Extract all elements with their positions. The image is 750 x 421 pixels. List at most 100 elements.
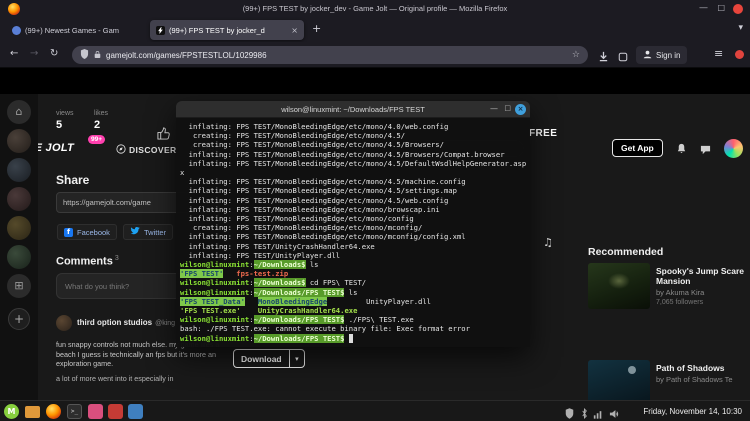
recommended-card[interactable]: Path of Shadows by Path of Shadows Te — [656, 363, 746, 384]
firefox-titlebar[interactable]: (99+) FPS TEST by jocker_dev - Game Jolt… — [0, 0, 750, 18]
tab-fps-test-active[interactable]: (99+) FPS TEST by jocker_d × — [150, 20, 304, 40]
app-launcher-icon[interactable] — [108, 404, 123, 419]
sidebar-game-avatar[interactable] — [7, 158, 31, 182]
tab-favicon — [12, 25, 21, 35]
twitter-label: Twitter — [144, 227, 167, 237]
terminal-launcher-icon[interactable]: >_ — [67, 404, 82, 419]
thumbnail-art — [628, 366, 636, 374]
terminal-maximize-button[interactable]: □ — [504, 104, 511, 112]
terminal-minimize-button[interactable]: — — [490, 104, 498, 113]
share-twitter-button[interactable]: Twitter — [123, 224, 174, 240]
likes-value: 2 — [94, 119, 101, 131]
mint-menu-button[interactable]: M — [4, 404, 19, 419]
like-thumbs-up-icon[interactable] — [157, 127, 170, 145]
views-label: views — [56, 110, 74, 117]
user-avatar[interactable] — [724, 139, 743, 158]
sidebar-grid-icon[interactable]: ⊞ — [7, 274, 31, 298]
terminal-close-button[interactable]: × — [515, 104, 526, 115]
game-followers: 7,065 followers — [656, 299, 704, 306]
sidebar-game-avatar[interactable] — [7, 216, 31, 240]
library-sidebar: ⌂ ⊞ + — [0, 94, 38, 400]
comments-count: 3 — [114, 255, 119, 262]
download-button[interactable]: Download ▾ — [233, 349, 305, 368]
download-label: Download — [241, 353, 282, 364]
desktop: (99+) FPS TEST by jocker_dev - Game Jolt… — [0, 0, 750, 421]
reload-button[interactable]: ↻ — [50, 48, 58, 59]
messages-chat-icon[interactable] — [700, 142, 711, 160]
tab-close-icon[interactable]: × — [291, 26, 298, 35]
commenter-avatar[interactable] — [56, 315, 72, 331]
window-close-button[interactable] — [733, 4, 743, 14]
likes-label: likes — [94, 110, 109, 117]
recommended-card[interactable]: Spooky's Jump Scare Mansion by Akuma Kir… — [656, 266, 746, 306]
window-maximize-button[interactable]: □ — [717, 3, 725, 12]
tab-newest-games[interactable]: (99+) Newest Games - Gam — [6, 20, 146, 40]
extensions-icon[interactable] — [618, 49, 628, 67]
file-manager-icon[interactable] — [25, 406, 40, 418]
recommended-heading: Recommended — [588, 246, 664, 258]
shield-icon[interactable] — [80, 46, 89, 64]
comment-handle: @king — [155, 320, 176, 327]
game-author: by Akuma Kira — [656, 288, 705, 297]
comment-author-row: third option studios @king — [77, 318, 175, 327]
sidebar-add-button[interactable]: + — [8, 308, 30, 330]
taskbar-clock[interactable]: Friday, November 14, 10:30 — [643, 407, 742, 416]
game-author: by Path of Shadows Te — [656, 375, 733, 384]
facebook-label: Facebook — [77, 227, 110, 237]
address-bar[interactable]: gamejolt.com/games/FPSTESTLOL/1029986 ☆ — [72, 46, 588, 64]
downloads-icon[interactable] — [598, 49, 609, 67]
get-app-label: Get App — [621, 143, 654, 153]
sign-in-button[interactable]: Sign in — [636, 46, 688, 64]
navigation-toolbar: ← → ↻ gamejolt.com/games/FPSTESTLOL/1029… — [0, 42, 750, 68]
share-facebook-button[interactable]: f Facebook — [57, 224, 117, 240]
tray-shield-icon[interactable] — [565, 406, 574, 421]
sidebar-game-avatar[interactable] — [7, 129, 31, 153]
window-minimize-button[interactable]: — — [699, 3, 708, 13]
sidebar-game-avatar[interactable] — [7, 187, 31, 211]
notifications-bell-icon[interactable] — [676, 141, 687, 159]
url-text: gamejolt.com/games/FPSTESTLOL/1029986 — [106, 50, 267, 60]
hamburger-menu-icon[interactable]: ≡ — [714, 47, 723, 60]
facebook-icon: f — [64, 227, 73, 237]
lock-icon[interactable] — [94, 46, 101, 64]
comment-author[interactable]: third option studios — [77, 318, 152, 327]
app-launcher-icon[interactable] — [128, 404, 143, 419]
get-app-button[interactable]: Get App — [612, 139, 663, 157]
list-all-tabs-icon[interactable]: ▾ — [738, 23, 743, 33]
notification-count-badge: 99+ — [88, 135, 106, 144]
game-title[interactable]: Path of Shadows — [656, 363, 746, 373]
discover-label: DISCOVER — [129, 145, 177, 155]
comments-label: Comments — [56, 255, 113, 268]
tray-bluetooth-icon[interactable] — [581, 406, 588, 421]
twitter-bird-icon — [130, 227, 140, 237]
tray-volume-icon[interactable] — [609, 406, 620, 421]
sidebar-home-item[interactable]: ⌂ — [7, 100, 31, 124]
game-thumbnail-spookys[interactable] — [588, 263, 650, 309]
terminal-titlebar[interactable]: wilson@linuxmint: ~/Downloads/FPS TEST —… — [176, 101, 530, 118]
tab-label: (99+) Newest Games - Gam — [25, 25, 119, 35]
firefox-launcher-icon[interactable] — [46, 404, 61, 419]
nav-discover[interactable]: DISCOVER — [116, 144, 177, 156]
tab-bar: (99+) Newest Games - Gam (99+) FPS TEST … — [0, 18, 750, 42]
terminal-title: wilson@linuxmint: ~/Downloads/FPS TEST — [281, 105, 425, 114]
taskbar: M >_ Friday, November 14, 10:30 — [0, 400, 750, 421]
comments-heading: Comments 3 — [56, 255, 119, 268]
sidebar-game-avatar[interactable] — [7, 245, 31, 269]
compass-icon — [116, 144, 126, 156]
download-chevron-icon[interactable]: ▾ — [290, 355, 304, 363]
back-button[interactable]: ← — [10, 48, 18, 59]
views-value: 5 — [56, 119, 63, 131]
share-heading: Share — [56, 173, 90, 187]
music-note-icon: ♫ — [543, 236, 553, 249]
gamejolt-favicon — [156, 25, 165, 35]
app-launcher-icon[interactable] — [88, 404, 103, 419]
thumbnail-art — [608, 273, 630, 289]
terminal-window[interactable]: wilson@linuxmint: ~/Downloads/FPS TEST —… — [176, 101, 530, 347]
recording-indicator-icon[interactable] — [735, 50, 744, 59]
bookmark-star-icon[interactable]: ☆ — [572, 50, 580, 60]
tray-network-icon[interactable] — [593, 406, 603, 421]
terminal-output[interactable]: inflating: FPS TEST/MonoBleedingEdge/etc… — [176, 118, 530, 347]
forward-button[interactable]: → — [30, 48, 38, 59]
new-tab-button[interactable]: + — [312, 22, 321, 35]
game-title[interactable]: Spooky's Jump Scare Mansion — [656, 266, 746, 286]
